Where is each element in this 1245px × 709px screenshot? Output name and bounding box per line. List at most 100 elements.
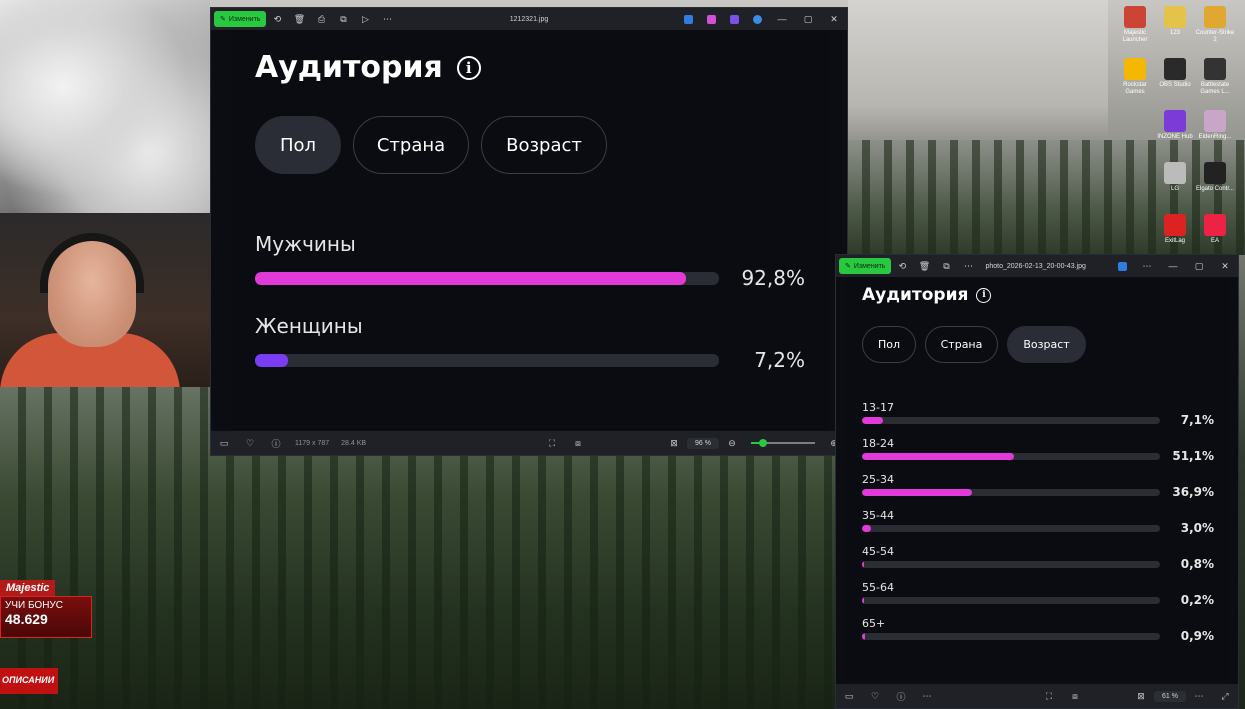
more-icon[interactable]: ⋯	[957, 261, 979, 272]
info-icon: i	[456, 55, 481, 80]
delete-icon[interactable]: 🗑	[288, 14, 310, 25]
desktop-icon[interactable]: ExitLag	[1155, 214, 1195, 245]
zoom-out-icon[interactable]: ⊖	[719, 438, 745, 449]
bar-fill	[862, 633, 865, 640]
fit-icon[interactable]: ⛶	[1036, 691, 1062, 702]
desktop-icon-label: EA	[1210, 238, 1219, 244]
desktop-icon[interactable]: EldenRing...	[1195, 110, 1235, 141]
tab-country: Страна	[353, 116, 469, 174]
tab-country: Страна	[925, 326, 998, 363]
bar-percent: 0,8%	[1180, 557, 1214, 571]
bar-percent: 36,9%	[1172, 485, 1214, 499]
more-icon-right[interactable]: ⋯	[1186, 691, 1212, 702]
minimize-icon[interactable]: —	[769, 14, 795, 24]
status-bar: ▭ ♡ ⓘ ⋯ ⛶ ⧈ ⊠ 61 % ⋯ ⤢	[836, 684, 1238, 708]
app-icon-1[interactable]	[684, 14, 693, 24]
app-shortcut-icon	[1124, 58, 1146, 80]
bar-track	[862, 489, 1160, 496]
overlay-promo-number: 48.629	[5, 611, 48, 627]
desktop-icon[interactable]: INZONE Hub	[1155, 110, 1195, 141]
delete-icon[interactable]: 🗑	[913, 261, 935, 272]
filmstrip-icon[interactable]: ▭	[836, 691, 862, 702]
app-shortcut-icon	[1124, 6, 1146, 28]
desktop-icon-label: Counter-Strike 2	[1195, 30, 1235, 43]
actual-size-icon[interactable]: ⧈	[1062, 691, 1088, 702]
desktop-icon[interactable]: 123	[1155, 6, 1195, 37]
maximize-icon[interactable]: ▢	[795, 14, 821, 25]
stream-overlay: Majestic УЧИ БОНУС 48.629 ОПИСАНИИ	[0, 578, 120, 709]
zoom-level[interactable]: 61 %	[1154, 690, 1186, 702]
fit-window-icon[interactable]: ⊠	[661, 438, 687, 449]
favorite-icon[interactable]: ♡	[862, 691, 888, 702]
file-info-icon[interactable]: ⓘ	[263, 437, 289, 450]
filmstrip-icon[interactable]: ▭	[211, 438, 237, 449]
tab-bar: Пол Страна Возраст	[255, 116, 607, 174]
actual-size-icon[interactable]: ⧈	[565, 438, 591, 449]
close-icon[interactable]: ✕	[821, 14, 847, 25]
bar-percent: 3,0%	[1180, 521, 1214, 535]
bar-label: 55-64	[862, 581, 894, 594]
zoom-level[interactable]: 96 %	[687, 437, 719, 449]
desktop-icon-label: Elgato Contr...	[1195, 186, 1235, 192]
desktop-icon[interactable]: Majestic Launcher	[1115, 6, 1155, 44]
bar-track	[862, 417, 1160, 424]
bar-track	[862, 561, 1160, 568]
desktop-icon[interactable]: LG	[1155, 162, 1195, 193]
fit-icon[interactable]: ⛶	[539, 438, 565, 449]
overlay-desc: ОПИСАНИИ	[0, 668, 58, 694]
app-shortcut-icon	[1164, 6, 1186, 28]
more-icon[interactable]: ⋯	[376, 14, 398, 25]
bar-fill	[862, 453, 1015, 460]
minimize-icon[interactable]: —	[1160, 261, 1186, 271]
bar-track	[862, 597, 1160, 604]
bar-label: 45-54	[862, 545, 894, 558]
bar-fill	[255, 354, 289, 367]
app-icon-2[interactable]	[707, 14, 716, 24]
tab-age: Возраст	[1007, 326, 1086, 363]
more-icon[interactable]: ⋯	[914, 691, 940, 702]
titlebar: ✎ Изменить ⟲ 🗑 ⧉ ⋯ photo_2026-02-13_20-0…	[836, 255, 1238, 277]
desktop-icon[interactable]: EA	[1195, 214, 1235, 245]
slideshow-icon[interactable]: ▷	[354, 14, 376, 25]
bar-fill	[862, 561, 865, 568]
file-info-icon[interactable]: ⓘ	[888, 690, 914, 703]
audience-heading: Аудитория	[255, 50, 443, 85]
bar-fill	[862, 525, 871, 532]
overlay-brand: Majestic	[0, 580, 56, 596]
desktop-icon[interactable]: Battlestate Games L...	[1195, 58, 1235, 96]
print-icon[interactable]: ⎙	[310, 14, 332, 25]
fit-window-icon[interactable]: ⊠	[1128, 691, 1154, 702]
bar-percent: 0,2%	[1180, 593, 1214, 607]
app-icon-3[interactable]	[730, 14, 739, 24]
desktop-icon-label: EldenRing...	[1198, 134, 1232, 140]
desktop-icon[interactable]: Rockstar Games	[1115, 58, 1155, 96]
rotate-icon[interactable]: ⟲	[266, 14, 288, 25]
bar-percent: 51,1%	[1172, 449, 1214, 463]
app-shortcut-icon	[1204, 110, 1226, 132]
favorite-icon[interactable]: ♡	[237, 438, 263, 449]
close-icon[interactable]: ✕	[1212, 261, 1238, 272]
expand-icon[interactable]: ⤢	[1212, 691, 1238, 702]
image-dimensions: 1179 x 787	[295, 439, 330, 447]
app-shortcut-icon	[1204, 6, 1226, 28]
crop-icon[interactable]: ⧉	[332, 14, 354, 25]
audience-heading: Аудитория	[862, 285, 969, 305]
bar-percent: 7,2%	[754, 348, 805, 372]
image-content: Аудитория i Пол Страна Возраст 13-17 7,1%…	[846, 279, 1230, 681]
onedrive-icon[interactable]	[753, 14, 762, 24]
desktop-icon[interactable]: Counter-Strike 2	[1195, 6, 1235, 44]
more-icon-right[interactable]: ⋯	[1134, 261, 1160, 272]
rotate-icon[interactable]: ⟲	[891, 261, 913, 272]
app-icon-1[interactable]	[1118, 261, 1127, 271]
edit-button[interactable]: ✎ Изменить	[839, 258, 892, 274]
crop-icon[interactable]: ⧉	[935, 261, 957, 272]
desktop-icon[interactable]: Elgato Contr...	[1195, 162, 1235, 193]
desktop-icon[interactable]: OBS Studio	[1155, 58, 1195, 89]
app-shortcut-icon	[1164, 162, 1186, 184]
bar-percent: 92,8%	[741, 266, 805, 290]
maximize-icon[interactable]: ▢	[1186, 261, 1212, 272]
bar-percent: 0,9%	[1180, 629, 1214, 643]
bar-label: Мужчины	[255, 232, 356, 256]
edit-button[interactable]: ✎ Изменить	[214, 11, 267, 27]
zoom-slider[interactable]	[751, 439, 815, 447]
